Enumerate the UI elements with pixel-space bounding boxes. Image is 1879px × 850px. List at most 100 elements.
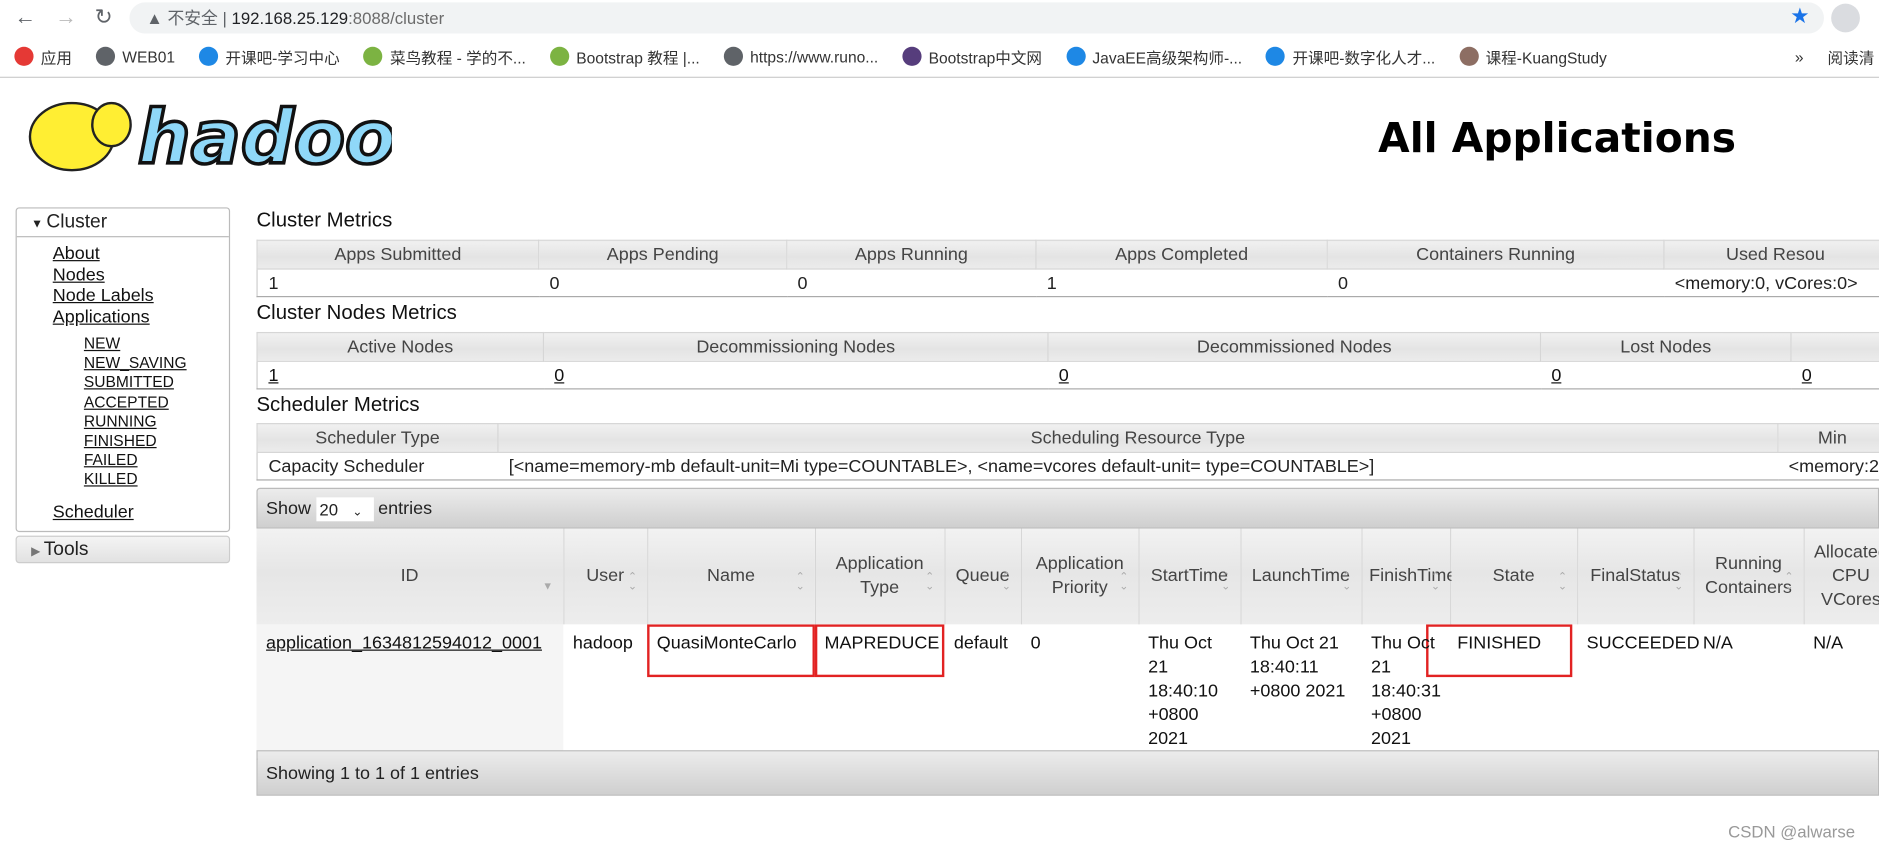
- column-header-finalstatus[interactable]: FinalStatus ⌃ ⌄: [1577, 528, 1694, 625]
- bookmark-favicon-icon: [14, 46, 34, 66]
- bookmark-star-icon[interactable]: ★: [1790, 4, 1809, 29]
- bookmark-favicon-icon: [1065, 46, 1086, 66]
- sidebar-state-new[interactable]: NEW: [84, 334, 229, 353]
- nodes-metrics-title: Cluster Nodes Metrics: [256, 300, 457, 324]
- tools-label: Tools: [43, 539, 89, 560]
- warning-icon: ▲: [146, 8, 168, 28]
- bookmark-item[interactable]: JavaEE高级架构师-...: [1065, 45, 1242, 68]
- sidebar-state-running[interactable]: RUNNING: [84, 412, 229, 431]
- bookmark-item[interactable]: 菜鸟教程 - 学的不...: [363, 45, 526, 68]
- metric-link[interactable]: 0: [554, 365, 564, 385]
- cluster-label: Cluster: [46, 212, 108, 233]
- url-path: :8088/cluster: [348, 8, 445, 28]
- cell-finalstatus: SUCCEEDED: [1577, 624, 1700, 760]
- bookmark-item[interactable]: Bootstrap中文网: [902, 45, 1042, 68]
- column-header-finishtime[interactable]: FinishTime ⌃ ⌄: [1361, 528, 1456, 625]
- bookmark-item[interactable]: 开课吧-学习中心: [199, 45, 340, 68]
- metric-value: 0: [1048, 361, 1541, 390]
- column-header: [1790, 331, 1879, 362]
- arrow-right-icon[interactable]: →: [55, 5, 77, 30]
- table-row: 1 0 0 0 0: [256, 361, 1879, 390]
- metric-link[interactable]: 1: [268, 365, 278, 385]
- bookmark-item[interactable]: Bootstrap 教程 |...: [549, 45, 700, 68]
- column-header-state[interactable]: State ⌃ ⌄: [1450, 528, 1578, 625]
- header-label: LaunchTime: [1251, 565, 1350, 587]
- column-header: Apps Pending: [538, 239, 788, 270]
- bookmark-label: 菜鸟教程 - 学的不...: [390, 48, 526, 67]
- watermark: CSDN @alwarse: [1728, 822, 1856, 842]
- column-header-name[interactable]: Name ⌃ ⌄: [647, 528, 816, 625]
- sidebar-state-new_saving[interactable]: NEW_SAVING: [84, 354, 229, 373]
- applications-table: ID ▼ User ⌃ ⌄ Name ⌃ ⌄ Application Type ⌃ ⌄ Queue ⌃ ⌄…: [256, 528, 1879, 760]
- column-header: Containers Running: [1326, 239, 1665, 270]
- cell-queue: default: [944, 624, 1022, 760]
- header-row: ID ▼ User ⌃ ⌄ Name ⌃ ⌄ Application Type ⌃ ⌄ Queue ⌃ ⌄…: [256, 528, 1879, 625]
- show-label: Show: [266, 498, 312, 519]
- sidebar-state-killed[interactable]: KILLED: [84, 470, 229, 489]
- bookmark-label: 开课吧-学习中心: [225, 48, 340, 67]
- arrow-left-icon[interactable]: ←: [14, 5, 36, 30]
- column-header-application-type[interactable]: Application Type ⌃ ⌄: [814, 528, 945, 625]
- metric-link[interactable]: 0: [1551, 365, 1561, 385]
- bookmark-favicon-icon: [363, 46, 383, 66]
- sidebar-link-about[interactable]: About: [53, 243, 229, 264]
- sidebar-state-submitted[interactable]: SUBMITTED: [84, 373, 229, 392]
- sidebar-link-applications[interactable]: Applications: [53, 306, 229, 327]
- column-header-allocated-cpu-vcores[interactable]: Allocated CPU VCores⌃⌄: [1803, 528, 1879, 625]
- column-header-starttime[interactable]: StartTime ⌃ ⌄: [1138, 528, 1241, 625]
- metric-value: 0: [538, 269, 787, 298]
- bookmark-label: 应用: [40, 48, 72, 67]
- metric-value: 1: [256, 269, 539, 298]
- header-label: State: [1492, 565, 1535, 587]
- bookmark-label: 开课吧-数字化人才...: [1292, 48, 1436, 67]
- bookmark-item[interactable]: https://www.runo...: [723, 46, 878, 66]
- column-header-application-priority[interactable]: Application Priority ⌃ ⌄: [1021, 528, 1140, 625]
- page-size-select[interactable]: 20 ⌄: [315, 497, 374, 522]
- sidebar-state-failed[interactable]: FAILED: [84, 451, 229, 470]
- bookmark-label: WEB01: [122, 47, 176, 66]
- column-header-user[interactable]: User ⌃ ⌄: [563, 528, 648, 625]
- bookmarks-bar: 应用 WEB01 开课吧-学习中心 菜鸟教程 - 学的不... Bootstrap 教程…: [0, 41, 1879, 72]
- sidebar-tools-header[interactable]: ▶ Tools: [15, 535, 231, 564]
- column-header-launchtime[interactable]: LaunchTime ⌃ ⌄: [1240, 528, 1362, 625]
- highlight-box: MAPREDUCE: [814, 624, 945, 678]
- sidebar-state-finished[interactable]: FINISHED: [84, 431, 229, 450]
- column-header-running-containers[interactable]: Running Containers ⌃ ⌄: [1693, 528, 1805, 625]
- sidebar-state-accepted[interactable]: ACCEPTED: [84, 393, 229, 412]
- address-bar[interactable]: ▲ 不安全 | 192.168.25.129:8088/cluster: [129, 2, 1824, 34]
- bookmark-item[interactable]: 课程-KuangStudy: [1459, 45, 1607, 68]
- hadoop-logo: hadoop: [28, 92, 392, 183]
- sidebar-cluster-header[interactable]: ▼ Cluster: [16, 209, 229, 238]
- sidebar-link-node-labels[interactable]: Node Labels: [53, 285, 229, 306]
- browser-toolbar: ← → ↻ ▲ 不安全 | 192.168.25.129:8088/cluste…: [0, 0, 1879, 38]
- cell-user: hadoop: [563, 624, 648, 760]
- metric-link[interactable]: 0: [1059, 365, 1069, 385]
- scheduler-metrics-table: Scheduler Type Scheduling Resource Type Mi…: [256, 423, 1879, 481]
- metric-value: 1: [256, 361, 544, 390]
- column-header-queue[interactable]: Queue ⌃ ⌄: [944, 528, 1022, 625]
- metric-value: 0: [786, 269, 1037, 298]
- cell-state: FINISHED: [1426, 624, 1578, 760]
- sort-icon: ⌃ ⌄: [1001, 570, 1011, 593]
- column-header-id[interactable]: ID ▼: [256, 528, 564, 625]
- bookmark-item[interactable]: 开课吧-数字化人才...: [1266, 45, 1435, 68]
- column-header: Scheduling Resource Type: [497, 423, 1779, 453]
- bookmark-item[interactable]: 应用: [14, 45, 72, 68]
- cell-running-containers: N/A: [1693, 624, 1804, 760]
- bookmark-item[interactable]: WEB01: [95, 46, 176, 66]
- header-label: FinishTime: [1369, 565, 1457, 587]
- sort-icon: ⌃ ⌄: [795, 570, 805, 593]
- sidebar-link-scheduler[interactable]: Scheduler: [53, 502, 229, 523]
- application-id-link[interactable]: application_1634812594012_0001: [266, 633, 542, 653]
- profile-avatar[interactable]: [1831, 3, 1860, 33]
- sidebar-link-nodes[interactable]: Nodes: [53, 264, 229, 285]
- reload-icon[interactable]: ↻: [95, 5, 113, 30]
- reading-list-button[interactable]: 阅读清: [1828, 45, 1875, 68]
- table-info: Showing 1 to 1 of 1 entries: [256, 750, 1879, 796]
- more-bookmarks-icon[interactable]: »: [1795, 47, 1804, 65]
- sort-icon: ⌃ ⌄: [627, 570, 637, 593]
- metric-link[interactable]: 0: [1802, 365, 1812, 385]
- column-header: Decommissioning Nodes: [542, 331, 1049, 362]
- caret-down-icon: ▼: [31, 218, 47, 232]
